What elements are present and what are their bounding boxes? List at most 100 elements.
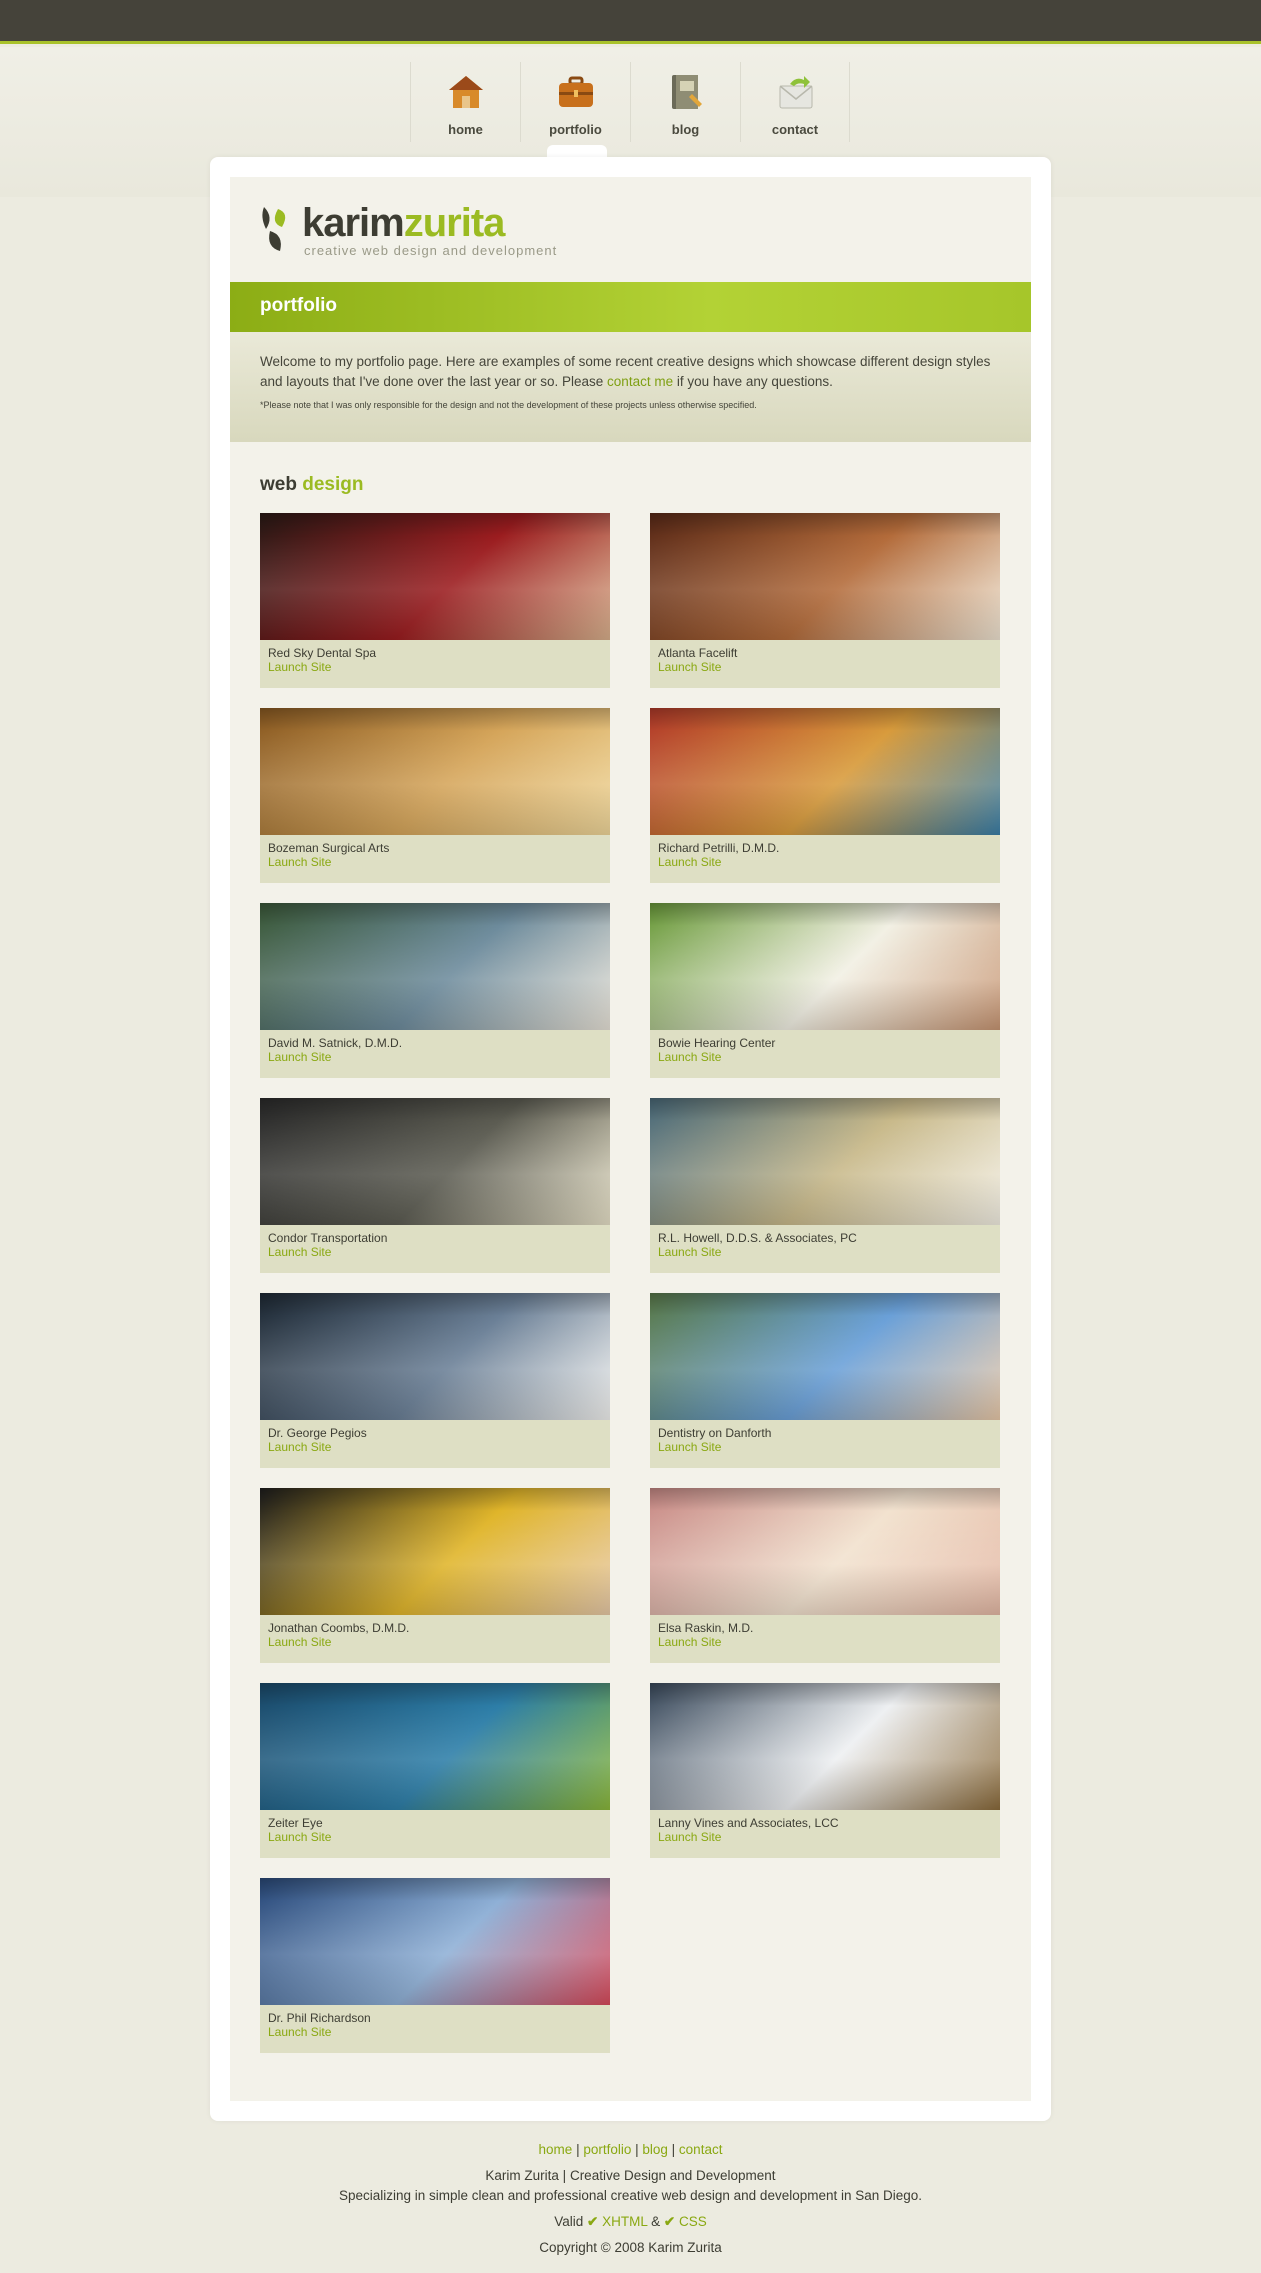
contact-me-link[interactable]: contact me	[607, 374, 673, 389]
launch-site-link[interactable]: Launch Site	[658, 1440, 721, 1454]
page-banner: portfolio	[230, 282, 1031, 332]
xhtml-link[interactable]: XHTML	[602, 2214, 647, 2229]
top-bar	[0, 0, 1261, 44]
checkmark-icon: ✔	[587, 2214, 599, 2229]
launch-site-link[interactable]: Launch Site	[658, 1050, 721, 1064]
portfolio-item[interactable]: R.L. Howell, D.D.S. & Associates, PC Laun…	[650, 1098, 1000, 1273]
site-screenshot-thumbnail[interactable]	[650, 513, 1000, 640]
launch-site-link[interactable]: Launch Site	[658, 855, 721, 869]
thumbnail-overlay	[260, 1293, 610, 1420]
site-screenshot-thumbnail[interactable]	[650, 1293, 1000, 1420]
envelope-icon	[779, 76, 813, 109]
thumbnail-overlay	[260, 1098, 610, 1225]
portfolio-item[interactable]: Dr. George Pegios Launch Site	[260, 1293, 610, 1468]
site-screenshot-thumbnail[interactable]	[650, 1488, 1000, 1615]
portfolio-item[interactable]: Lanny Vines and Associates, LCC Launch Si…	[650, 1683, 1000, 1858]
nav-item-portfolio[interactable]: portfolio	[520, 62, 630, 142]
site-screenshot-thumbnail[interactable]	[260, 1293, 610, 1420]
site-screenshot-thumbnail[interactable]	[260, 513, 610, 640]
css-link[interactable]: CSS	[679, 2214, 707, 2229]
page-title: portfolio	[260, 295, 338, 316]
portfolio-item[interactable]: Bozeman Surgical Arts Launch Site	[260, 708, 610, 883]
house-icon	[449, 76, 483, 108]
section-heading: web design	[260, 474, 364, 495]
portfolio-item[interactable]: Atlanta Facelift Launch Site	[650, 513, 1000, 688]
nav-item-contact[interactable]: contact	[740, 62, 850, 142]
launch-site-link[interactable]: Launch Site	[268, 1830, 331, 1844]
nav-label: contact	[771, 122, 819, 137]
launch-site-link[interactable]: Launch Site	[658, 1830, 721, 1844]
footer-link-contact[interactable]: contact	[679, 2142, 723, 2157]
leaf-logo-icon	[262, 207, 286, 251]
footer: home | portfolio | blog | contact Karim …	[0, 2140, 1261, 2258]
portfolio-item[interactable]: Richard Petrilli, D.M.D. Launch Site	[650, 708, 1000, 883]
footer-link-portfolio[interactable]: portfolio	[583, 2142, 631, 2157]
footer-line2: Specializing in simple clean and profess…	[338, 2188, 923, 2203]
thumbnail-overlay	[260, 1488, 610, 1615]
footer-line1: Karim Zurita | Creative Design and Devel…	[485, 2168, 776, 2183]
site-screenshot-thumbnail[interactable]	[650, 1683, 1000, 1810]
launch-site-link[interactable]: Launch Site	[268, 1635, 331, 1649]
project-name: Richard Petrilli, D.M.D.	[658, 841, 780, 855]
thumbnail-overlay	[650, 708, 1000, 835]
site-logo[interactable]: karimzurita creative web design and deve…	[260, 199, 560, 259]
site-screenshot-thumbnail[interactable]	[650, 903, 1000, 1030]
footer-valid: Valid ✔ XHTML & ✔ CSS	[554, 2214, 707, 2229]
project-name: Elsa Raskin, M.D.	[658, 1621, 754, 1635]
launch-site-link[interactable]: Launch Site	[658, 1245, 721, 1259]
content-inner: karimzurita creative web design and deve…	[230, 177, 1031, 2101]
notebook-icon	[672, 75, 702, 109]
portfolio-item[interactable]: Red Sky Dental Spa Launch Site	[260, 513, 610, 688]
project-name: Condor Transportation	[268, 1231, 388, 1245]
thumbnail-overlay	[650, 513, 1000, 640]
thumbnail-overlay	[650, 903, 1000, 1030]
launch-site-link[interactable]: Launch Site	[268, 2025, 331, 2039]
project-name: Dentistry on Danforth	[658, 1426, 772, 1440]
site-screenshot-thumbnail[interactable]	[260, 1488, 610, 1615]
portfolio-item[interactable]: Elsa Raskin, M.D. Launch Site	[650, 1488, 1000, 1663]
project-name: Dr. Phil Richardson	[268, 2011, 371, 2025]
portfolio-item[interactable]: Condor Transportation Launch Site	[260, 1098, 610, 1273]
project-name: Red Sky Dental Spa	[268, 646, 377, 660]
launch-site-link[interactable]: Launch Site	[268, 1245, 331, 1259]
project-name: Bozeman Surgical Arts	[268, 841, 390, 855]
site-screenshot-thumbnail[interactable]	[260, 1098, 610, 1225]
logo-tagline: creative web design and development	[304, 243, 558, 258]
project-name: Dr. George Pegios	[268, 1426, 367, 1440]
nav-label: blog	[671, 122, 700, 137]
site-screenshot-thumbnail[interactable]	[650, 1098, 1000, 1225]
site-screenshot-thumbnail[interactable]	[260, 708, 610, 835]
logo-wordmark: karimzurita	[302, 201, 505, 245]
launch-site-link[interactable]: Launch Site	[268, 1440, 331, 1454]
content-card: karimzurita creative web design and deve…	[210, 157, 1051, 2121]
thumbnail-overlay	[260, 708, 610, 835]
launch-site-link[interactable]: Launch Site	[658, 660, 721, 674]
site-screenshot-thumbnail[interactable]	[260, 903, 610, 1030]
launch-site-link[interactable]: Launch Site	[658, 1635, 721, 1649]
portfolio-item[interactable]: Jonathan Coombs, D.M.D. Launch Site	[260, 1488, 610, 1663]
site-screenshot-thumbnail[interactable]	[650, 708, 1000, 835]
portfolio-item[interactable]: Dentistry on Danforth Launch Site	[650, 1293, 1000, 1468]
portfolio-item[interactable]: Bowie Hearing Center Launch Site	[650, 903, 1000, 1078]
portfolio-item[interactable]: Zeiter Eye Launch Site	[260, 1683, 610, 1858]
footer-nav: home | portfolio | blog | contact	[538, 2142, 723, 2157]
launch-site-link[interactable]: Launch Site	[268, 855, 331, 869]
portfolio-item[interactable]: Dr. Phil Richardson Launch Site	[260, 1878, 610, 2053]
thumbnail-overlay	[260, 903, 610, 1030]
intro-text: Welcome to my portfolio page. Here are e…	[260, 354, 991, 389]
portfolio-item[interactable]: David M. Satnick, D.M.D. Launch Site	[260, 903, 610, 1078]
nav-item-blog[interactable]: blog	[630, 62, 740, 142]
thumbnail-overlay	[650, 1488, 1000, 1615]
footer-link-blog[interactable]: blog	[642, 2142, 668, 2157]
site-screenshot-thumbnail[interactable]	[260, 1683, 610, 1810]
project-name: R.L. Howell, D.D.S. & Associates, PC	[658, 1231, 857, 1245]
site-screenshot-thumbnail[interactable]	[260, 1878, 610, 2005]
launch-site-link[interactable]: Launch Site	[268, 1050, 331, 1064]
intro-note: *Please note that I was only responsible…	[260, 400, 757, 410]
thumbnail-overlay	[260, 513, 610, 640]
launch-site-link[interactable]: Launch Site	[268, 660, 331, 674]
thumbnail-overlay	[650, 1683, 1000, 1810]
copyright: Copyright © 2008 Karim Zurita	[539, 2240, 722, 2255]
nav-item-home[interactable]: home	[410, 62, 520, 142]
footer-link-home[interactable]: home	[539, 2142, 573, 2157]
